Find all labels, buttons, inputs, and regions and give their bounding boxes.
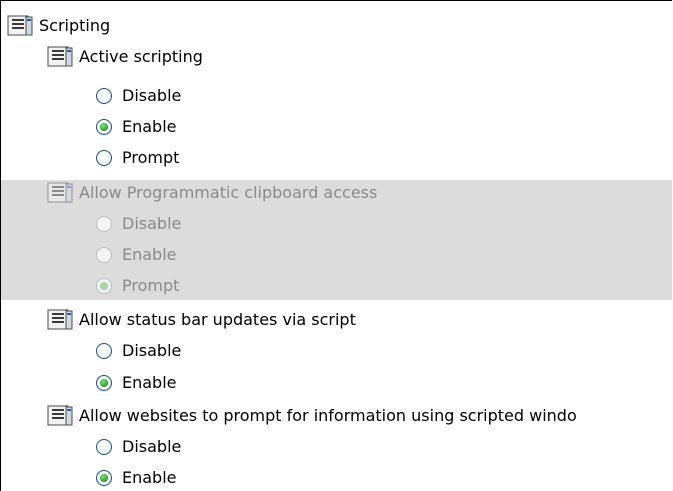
radio-option-label: Prompt bbox=[122, 147, 180, 167]
radio-option-label: Disable bbox=[122, 340, 182, 360]
radio-option-label: Disable bbox=[122, 436, 182, 456]
radio-option-label: Enable bbox=[122, 116, 177, 136]
radio-option-enable[interactable]: Enable bbox=[1, 462, 672, 491]
tree-item-label: Active scripting bbox=[79, 46, 203, 66]
radio-button[interactable] bbox=[96, 118, 112, 135]
radio-button[interactable] bbox=[96, 374, 112, 391]
radio-option-label: Enable bbox=[122, 372, 177, 392]
radio-option-label: Disable bbox=[122, 213, 182, 233]
tree-item-label: Allow Programmatic clipboard access bbox=[79, 182, 378, 202]
tree-item-websites-prompt-scripted-windows[interactable]: Allow websites to prompt for information… bbox=[1, 400, 672, 431]
radio-button[interactable] bbox=[96, 438, 112, 455]
radio-button[interactable] bbox=[96, 215, 112, 232]
tree-item-clipboard-access[interactable]: Allow Programmatic clipboard access bbox=[1, 177, 672, 208]
radio-option-disable[interactable]: Disable bbox=[1, 208, 672, 239]
radio-button[interactable] bbox=[96, 277, 112, 294]
settings-sheet-icon bbox=[7, 15, 33, 35]
settings-sheet-icon bbox=[47, 182, 73, 202]
radio-option-label: Enable bbox=[122, 244, 177, 264]
radio-option-prompt[interactable]: Prompt bbox=[1, 142, 672, 173]
tree-item-scripting[interactable]: Scripting bbox=[1, 10, 672, 41]
tree-item-status-bar-updates[interactable]: Allow status bar updates via script bbox=[1, 304, 672, 335]
radio-option-label: Enable bbox=[122, 467, 177, 487]
tree-item-label: Allow status bar updates via script bbox=[79, 309, 356, 329]
radio-option-enable[interactable]: Enable bbox=[1, 111, 672, 142]
tree-item-label: Scripting bbox=[39, 15, 111, 35]
radio-option-label: Disable bbox=[122, 85, 182, 105]
radio-button[interactable] bbox=[96, 342, 112, 359]
tree-item-label: Allow websites to prompt for information… bbox=[79, 405, 577, 425]
radio-button[interactable] bbox=[96, 246, 112, 263]
settings-sheet-icon bbox=[47, 309, 73, 329]
tree-item-active-scripting[interactable]: Active scripting bbox=[1, 41, 672, 72]
radio-option-enable[interactable]: Enable bbox=[1, 367, 672, 398]
radio-option-enable[interactable]: Enable bbox=[1, 239, 672, 270]
settings-tree-panel: Scripting Active scripting Disable Enabl… bbox=[0, 0, 672, 491]
settings-sheet-icon bbox=[47, 46, 73, 66]
radio-button[interactable] bbox=[96, 87, 112, 104]
radio-button[interactable] bbox=[96, 469, 112, 486]
radio-option-prompt[interactable]: Prompt bbox=[1, 270, 672, 301]
radio-option-disable[interactable]: Disable bbox=[1, 335, 672, 366]
radio-option-disable[interactable]: Disable bbox=[1, 80, 672, 111]
radio-option-label: Prompt bbox=[122, 275, 180, 295]
settings-sheet-icon bbox=[47, 405, 73, 425]
radio-button[interactable] bbox=[96, 149, 112, 166]
radio-option-disable[interactable]: Disable bbox=[1, 431, 672, 462]
